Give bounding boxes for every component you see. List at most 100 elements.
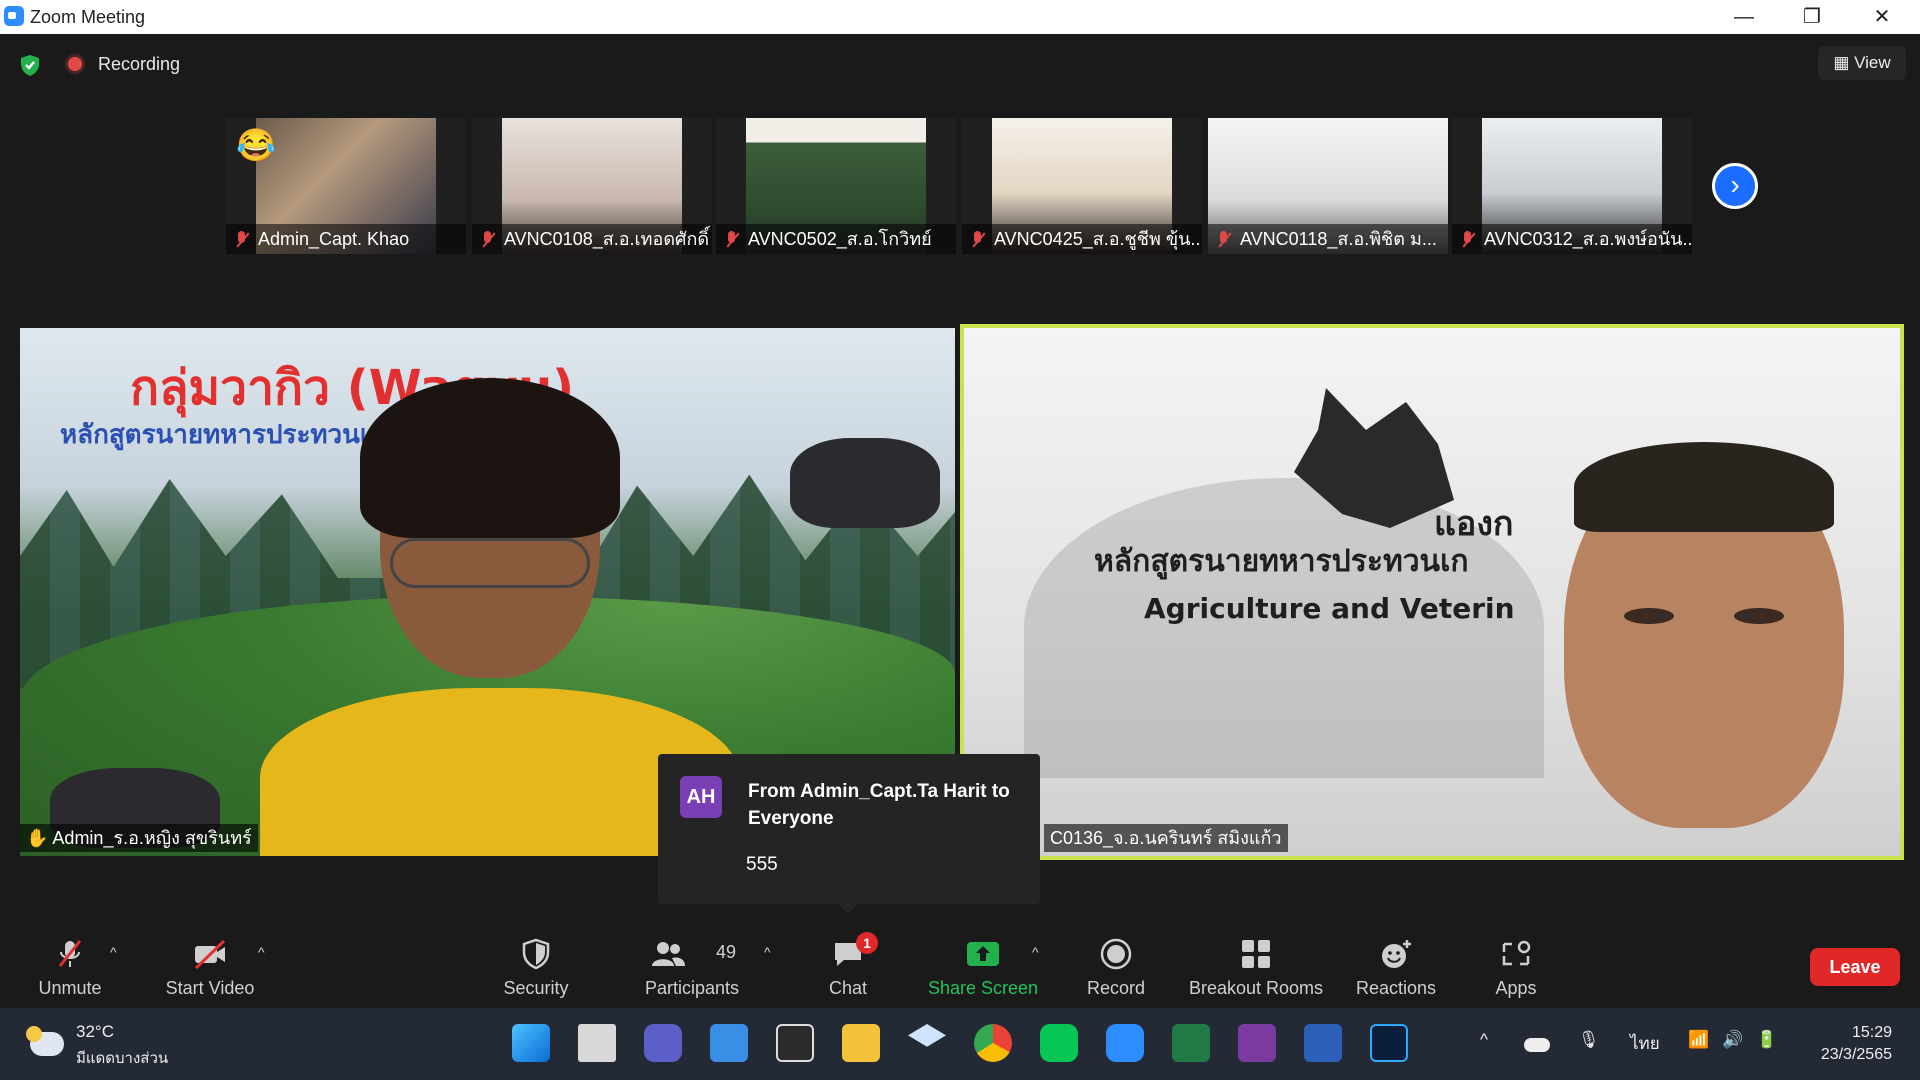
speaker-name-bar: ✋ Admin_ร.อ.หญิง สุขรินทร์ (20, 824, 258, 852)
emoji-reaction: 😂 (236, 127, 276, 163)
breakout-rooms-button[interactable]: Breakout Rooms (1184, 916, 1328, 1008)
video-options-caret-icon[interactable]: ^ (258, 944, 265, 960)
zoom-taskbar-icon[interactable] (1106, 1024, 1144, 1062)
participant-person (260, 378, 740, 856)
record-label: Record (1086, 978, 1146, 998)
language-indicator[interactable]: ไทย (1630, 1030, 1660, 1057)
security-button[interactable]: Security (486, 916, 586, 1008)
video-off-icon (194, 939, 226, 970)
pdf-app-icon[interactable] (1238, 1024, 1276, 1062)
volume-icon[interactable]: 🔊 (1722, 1030, 1743, 1050)
muted-mic-icon (724, 231, 740, 249)
next-page-arrow-button[interactable]: › (1712, 163, 1758, 209)
task-view-icon[interactable] (578, 1024, 616, 1062)
weather-description[interactable]: มีแดดบางส่วน (76, 1046, 168, 1070)
background-thai-heading: หลักสูตรนายทหารประทวนเก (1094, 544, 1469, 579)
participant-name-bar: AVNC0108_ส.อ.เทอดศักดิ์ (472, 224, 712, 254)
chat-button[interactable]: Chat (800, 916, 896, 1008)
app-icon[interactable] (776, 1024, 814, 1062)
participant-name-bar: AVNC0118_ส.อ.พิชิต ม... (1208, 224, 1448, 254)
speaker-name: C0136_จ.อ.นครินทร์ สมิงแก้ว (1050, 828, 1282, 848)
title-bar: Zoom Meeting — ❐ ✕ (0, 0, 1920, 34)
unmute-button[interactable]: Unmute (20, 916, 120, 1008)
leave-button[interactable]: Leave (1810, 948, 1900, 986)
chat-unread-badge: 1 (856, 932, 878, 954)
teams-chat-icon[interactable] (644, 1024, 682, 1062)
weather-cloud-icon[interactable] (26, 1026, 64, 1056)
participants-button[interactable]: 49 Participants (630, 916, 754, 1008)
cow-image (790, 438, 940, 528)
tray-overflow-chevron-icon[interactable]: ^ (1480, 1030, 1488, 1050)
battery-icon[interactable]: 🔋 (1756, 1030, 1777, 1050)
security-shield-icon[interactable] (18, 53, 42, 77)
participant-name: AVNC0425_ส.อ.ชูชีพ ขุ้น... (994, 229, 1202, 249)
audio-options-caret-icon[interactable]: ^ (110, 944, 117, 960)
participant-thumbnail[interactable]: AVNC0108_ส.อ.เทอดศักดิ์ (472, 118, 712, 254)
view-button[interactable]: ▦ View (1818, 46, 1906, 80)
smiley-plus-icon (1382, 940, 1411, 968)
participant-name: AVNC0502_ส.อ.โกวิทย์ (748, 229, 932, 249)
chat-label: Chat (828, 978, 868, 998)
start-video-label: Start Video (165, 978, 255, 998)
minimize-button[interactable]: — (1710, 0, 1778, 34)
apps-button[interactable]: Apps (1468, 916, 1564, 1008)
photoshop-icon[interactable] (1370, 1024, 1408, 1062)
reactions-label: Reactions (1355, 978, 1437, 998)
chat-notification-popup[interactable]: AH From Admin_Capt.Ta Harit to Everyone … (658, 754, 1040, 914)
pin-icon: ✋ (26, 828, 53, 848)
apps-label: Apps (1495, 978, 1537, 998)
shield-icon (522, 938, 550, 970)
excel-icon[interactable] (1172, 1024, 1210, 1062)
wifi-icon[interactable]: 📶 (1688, 1030, 1709, 1050)
window-title: Zoom Meeting (30, 7, 146, 27)
word-icon[interactable] (1304, 1024, 1342, 1062)
chat-message: 555 (746, 854, 778, 875)
reactions-button[interactable]: Reactions (1346, 916, 1446, 1008)
participant-name-bar: Admin_Capt. Khao (226, 224, 466, 254)
chrome-icon[interactable] (974, 1024, 1012, 1062)
main-video-right[interactable]: แองก หลักสูตรนายทหารประทวนเก Agriculture… (960, 324, 1904, 860)
view-label: View (1854, 53, 1891, 72)
record-button[interactable]: Record (1066, 916, 1166, 1008)
muted-mic-icon (970, 231, 986, 249)
sender-avatar: AH (680, 776, 722, 818)
participant-name: AVNC0118_ส.อ.พิชิต ม... (1240, 229, 1437, 249)
muted-mic-icon (58, 940, 82, 967)
chat-from-text: From Admin_Capt.Ta Harit to Everyone (748, 781, 1010, 829)
start-video-button[interactable]: Start Video (150, 916, 270, 1008)
share-screen-icon (967, 942, 999, 966)
breakout-rooms-icon (1242, 940, 1270, 968)
share-screen-button[interactable]: Share Screen (920, 916, 1046, 1008)
background-english-heading: Agriculture and Veterin (1144, 592, 1515, 625)
share-screen-label: Share Screen (927, 978, 1039, 998)
participant-thumbnail[interactable]: AVNC0425_ส.อ.ชูชีพ ขุ้น... (962, 118, 1202, 254)
record-icon (1100, 938, 1132, 970)
weather-temperature[interactable]: 32°C (76, 1022, 114, 1042)
onedrive-cloud-icon[interactable] (1524, 1038, 1550, 1052)
taskbar-clock[interactable]: 15:29 23/3/2565 (1792, 1022, 1892, 1066)
windows-start-icon[interactable] (512, 1024, 550, 1062)
participants-icon (652, 942, 685, 966)
line-app-icon[interactable] (1040, 1024, 1078, 1062)
restore-button[interactable]: ❐ (1778, 0, 1846, 34)
breakout-rooms-label: Breakout Rooms (1188, 978, 1324, 998)
participant-name: AVNC0312_ส.อ.พงษ์อนัน... (1484, 229, 1692, 249)
participants-caret-icon[interactable]: ^ (764, 944, 771, 960)
speaker-name-bar: C0136_จ.อ.นครินทร์ สมิงแก้ว (1044, 824, 1288, 852)
microphone-tray-icon[interactable]: 🎙 (1578, 1030, 1600, 1050)
participant-thumbnail[interactable]: AVNC0502_ส.อ.โกวิทย์ (716, 118, 956, 254)
close-button[interactable]: ✕ (1848, 0, 1916, 34)
clock-date: 23/3/2565 (1820, 1046, 1892, 1063)
participant-thumbnail[interactable]: AVNC0118_ส.อ.พิชิต ม... (1208, 118, 1448, 254)
muted-mic-icon (234, 231, 250, 249)
participant-name-bar: AVNC0502_ส.อ.โกวิทย์ (716, 224, 956, 254)
mail-icon[interactable] (710, 1024, 748, 1062)
clock-time: 15:29 (1851, 1024, 1892, 1041)
participant-thumbnail[interactable]: AVNC0312_ส.อ.พงษ์อนัน... (1452, 118, 1692, 254)
share-options-caret-icon[interactable]: ^ (1032, 944, 1039, 960)
recording-dot-icon[interactable] (68, 57, 82, 71)
speaker-name: Admin_ร.อ.หญิง สุขรินทร์ (52, 828, 252, 848)
participant-name: AVNC0108_ส.อ.เทอดศักดิ์ (504, 229, 710, 249)
recording-label[interactable]: Recording (98, 54, 180, 75)
file-explorer-icon[interactable] (842, 1024, 880, 1062)
